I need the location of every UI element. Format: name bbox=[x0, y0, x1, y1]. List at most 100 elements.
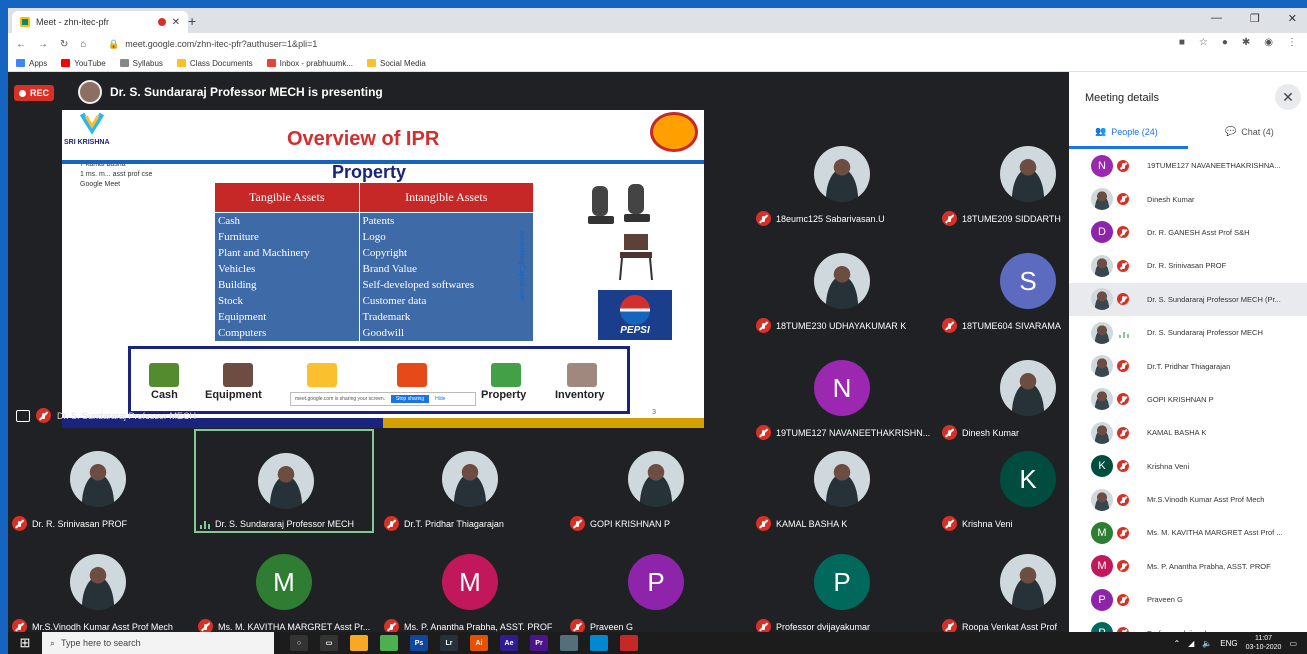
asset-row: Computers Goodwill bbox=[214, 324, 534, 341]
mic-off-icon bbox=[570, 516, 585, 531]
bookmark-syllabus[interactable]: Syllabus bbox=[119, 59, 163, 68]
puzzle-extensions-icon[interactable]: ✱ bbox=[1242, 37, 1250, 48]
participant-name: 18eumc125 Sabarivasan.U bbox=[776, 213, 885, 224]
participant-tile[interactable]: KAMAL BASHA K bbox=[752, 429, 932, 533]
participant-tile[interactable]: 18eumc125 Sabarivasan.U bbox=[752, 124, 932, 228]
avatar: S bbox=[1000, 253, 1056, 309]
task-view-icon[interactable]: ▭ bbox=[320, 635, 338, 651]
participant-tile[interactable]: Dr.T. Pridhar Thiagarajan bbox=[380, 429, 560, 533]
people-list-item[interactable]: KAMAL BASHA K bbox=[1069, 416, 1307, 449]
people-list-item[interactable]: Dr. S. Sundararaj Professor MECH bbox=[1069, 316, 1307, 349]
avatar bbox=[1091, 421, 1113, 444]
people-list-item[interactable]: K Krishna Veni bbox=[1069, 450, 1307, 483]
bookmark-apps[interactable]: Apps bbox=[16, 59, 47, 68]
network-icon[interactable]: ◢ bbox=[1188, 639, 1194, 648]
extension-icon[interactable]: ● bbox=[1222, 37, 1228, 48]
mic-off-icon bbox=[1117, 426, 1129, 439]
restore-window-icon[interactable]: ❐ bbox=[1250, 12, 1260, 25]
tangible-cell: Furniture bbox=[214, 228, 360, 245]
people-list-item[interactable]: M Ms. M. KAVITHA MARGRET Asst Prof ... bbox=[1069, 516, 1307, 549]
bookmark-class-documents[interactable]: Class Documents bbox=[176, 59, 253, 68]
participant-tile[interactable]: GOPI KRISHNAN P bbox=[566, 429, 746, 533]
minimize-window-icon[interactable]: — bbox=[1211, 12, 1222, 25]
participant-name: Mr.S.Vinodh Kumar Asst Prof Mech bbox=[32, 621, 173, 632]
people-list-item[interactable]: Dr.T. Pridhar Thiagarajan bbox=[1069, 349, 1307, 382]
participant-name: 18TUME230 UDHAYAKUMAR K bbox=[776, 320, 907, 331]
participant-tile[interactable]: P Praveen G bbox=[566, 532, 746, 636]
bookmark-social-media[interactable]: Social Media bbox=[366, 59, 426, 68]
stop-sharing-button[interactable]: Stop sharing bbox=[391, 395, 430, 403]
avatar bbox=[814, 253, 870, 309]
tray-chevron-icon[interactable]: ⌃ bbox=[1173, 639, 1180, 648]
bookmark-youtube[interactable]: YouTube bbox=[61, 59, 106, 68]
people-list-item[interactable]: GOPI KRISHNAN P bbox=[1069, 383, 1307, 416]
volume-icon[interactable]: 🔈 bbox=[1202, 639, 1212, 648]
people-list-item[interactable]: Dinesh Kumar bbox=[1069, 182, 1307, 215]
participant-name: Dr. R. Srinivasan PROF bbox=[32, 518, 128, 529]
system-tray: ⌃ ◢ 🔈 ENG 11:07 03-10-2020 ▭ bbox=[1173, 634, 1307, 652]
premiere-icon[interactable]: Pr bbox=[530, 635, 548, 651]
taskbar-search[interactable]: ⌕ Type here to search bbox=[42, 632, 274, 654]
participant-tile[interactable]: P Professor dvijayakumar bbox=[752, 532, 932, 636]
participant-tile[interactable]: Mr.S.Vinodh Kumar Asst Prof Mech bbox=[8, 532, 188, 636]
lightroom-icon[interactable]: Lr bbox=[440, 635, 458, 651]
tab-people[interactable]: 👥 People (24) bbox=[1095, 126, 1158, 137]
people-list-item[interactable]: M Ms. P. Anantha Prabha, ASST. PROF bbox=[1069, 550, 1307, 583]
participant-tile[interactable]: Dr. R. Srinivasan PROF bbox=[8, 429, 188, 533]
cortana-icon[interactable]: ○ bbox=[290, 635, 308, 651]
intangible-cell: Copyright bbox=[358, 244, 534, 261]
tab-chat[interactable]: 💬 Chat (4) bbox=[1225, 126, 1274, 137]
asset-row: Cash Patents bbox=[214, 212, 534, 229]
avatar bbox=[1091, 388, 1113, 411]
people-list-item[interactable]: Dr. S. Sundararaj Professor MECH (Pr... bbox=[1069, 282, 1307, 316]
people-list-item[interactable]: D Dr. R. GANESH Asst Prof S&H bbox=[1069, 216, 1307, 249]
hide-notice-button[interactable]: Hide bbox=[435, 396, 445, 402]
lang-indicator[interactable]: ENG bbox=[1220, 639, 1237, 648]
illustrator-icon[interactable]: Ai bbox=[470, 635, 488, 651]
avatar bbox=[70, 451, 126, 507]
edge-icon[interactable] bbox=[590, 635, 608, 651]
acrobat-icon[interactable] bbox=[620, 635, 638, 651]
mic-off-icon bbox=[1117, 460, 1129, 473]
browser-tab[interactable]: Meet - zhn-itec-pfr ✕ bbox=[12, 11, 188, 33]
close-tab-icon[interactable]: ✕ bbox=[172, 17, 180, 28]
person-name: Ms. P. Anantha Prabha, ASST. PROF bbox=[1147, 561, 1271, 571]
app-icon[interactable] bbox=[560, 635, 578, 651]
menu-dots-icon[interactable]: ⋮ bbox=[1287, 37, 1297, 48]
photoshop-icon[interactable]: Ps bbox=[410, 635, 428, 651]
file-explorer-icon[interactable] bbox=[350, 635, 368, 651]
reload-icon[interactable]: ↻ bbox=[60, 39, 68, 50]
people-list-item[interactable]: P Praveen G bbox=[1069, 583, 1307, 616]
participant-name-bar: 18TUME209 SIDDARTH bbox=[942, 211, 1061, 226]
camera-in-use-icon[interactable]: ■ bbox=[1179, 37, 1185, 48]
intangible-cell: Brand Value bbox=[358, 260, 534, 277]
windows-start-icon[interactable]: ⊞ bbox=[8, 635, 42, 651]
intangible-cell: Self-developed softwares bbox=[358, 276, 534, 293]
clock[interactable]: 11:07 03-10-2020 bbox=[1246, 634, 1282, 652]
participant-tile[interactable]: N 19TUME127 NAVANEETHAKRISHN... bbox=[752, 338, 932, 442]
participant-tile[interactable]: M Ms. M. KAVITHA MARGRET Asst Pr... bbox=[194, 532, 374, 636]
chrome-icon[interactable] bbox=[380, 635, 398, 651]
intangible-header: Intangible Assets bbox=[358, 182, 534, 213]
bookmark-star-icon[interactable]: ☆ bbox=[1199, 37, 1208, 48]
people-list-item[interactable]: Dr. R. Srinivasan PROF bbox=[1069, 249, 1307, 282]
people-list-item[interactable]: Mr.S.Vinodh Kumar Asst Prof Mech bbox=[1069, 483, 1307, 516]
bookmark-inbox[interactable]: Inbox - prabhuumk... bbox=[266, 59, 353, 68]
new-tab-button[interactable]: + bbox=[188, 13, 196, 29]
screen-share-notice: meet.google.com is sharing your screen. … bbox=[290, 392, 476, 406]
notifications-icon[interactable]: ▭ bbox=[1289, 639, 1297, 648]
participant-tile[interactable]: M Ms. P. Anantha Prabha, ASST. PROF bbox=[380, 532, 560, 636]
avatar: M bbox=[256, 554, 312, 610]
close-window-icon[interactable]: ✕ bbox=[1288, 12, 1297, 25]
forward-icon[interactable]: → bbox=[38, 39, 48, 50]
after-effects-icon[interactable]: Ae bbox=[500, 635, 518, 651]
back-icon[interactable]: ← bbox=[16, 39, 26, 50]
participant-tile[interactable]: Dr. S. Sundararaj Professor MECH bbox=[194, 429, 374, 533]
address-bar[interactable]: 🔒 meet.google.com/zhn-itec-pfr?authuser=… bbox=[108, 36, 1178, 52]
avatar: N bbox=[814, 360, 870, 416]
profile-avatar-icon[interactable]: ◉ bbox=[1264, 37, 1273, 48]
close-panel-icon[interactable]: ✕ bbox=[1275, 84, 1301, 110]
home-icon[interactable]: ⌂ bbox=[80, 39, 86, 50]
people-list-item[interactable]: N 19TUME127 NAVANEETHAKRISHNA... bbox=[1069, 149, 1307, 182]
participant-tile[interactable]: 18TUME230 UDHAYAKUMAR K bbox=[752, 231, 932, 335]
